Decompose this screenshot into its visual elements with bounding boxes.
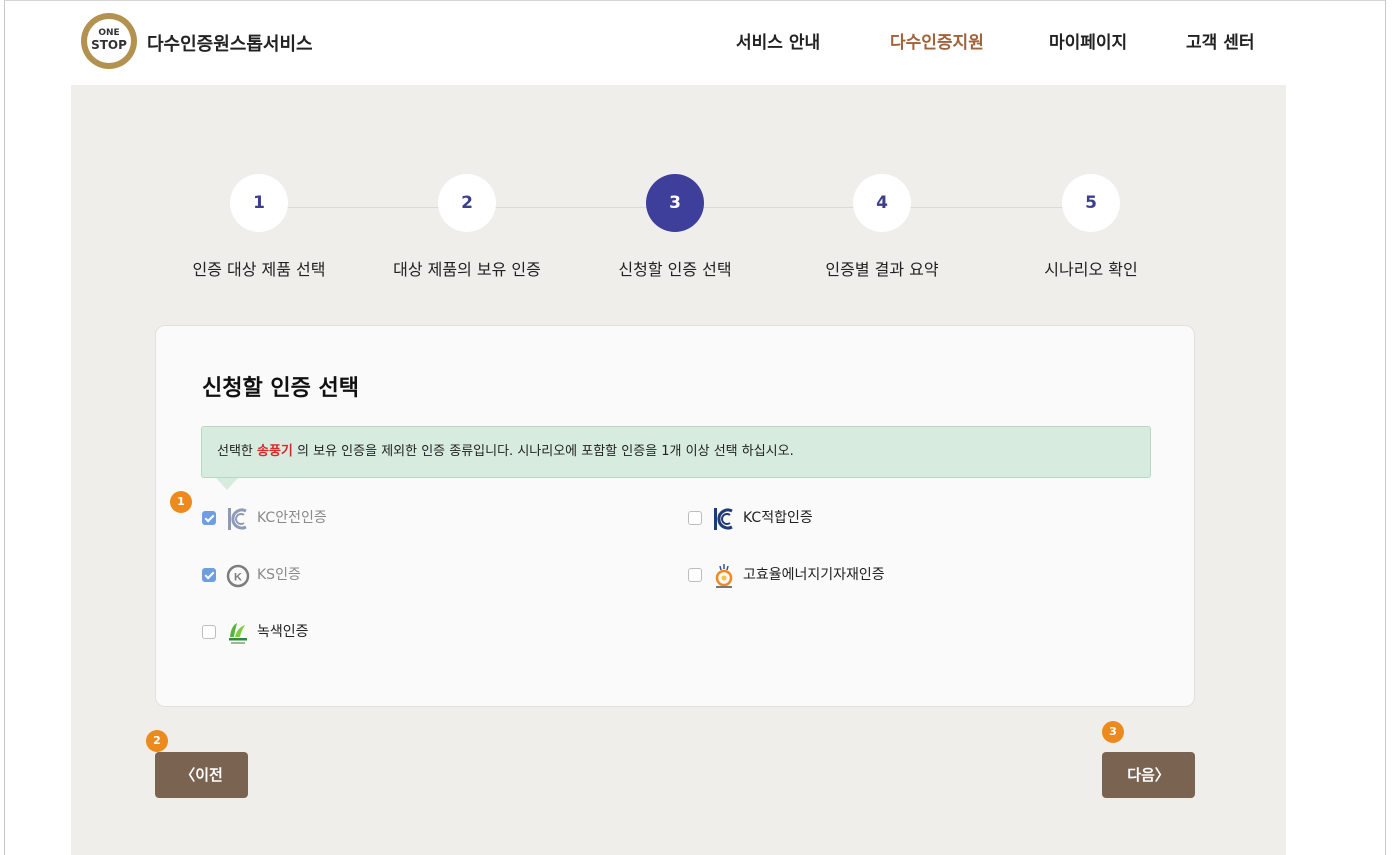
annotation-marker-2: 2 <box>146 730 168 752</box>
step-1-circle: 1 <box>230 174 288 232</box>
notice-product-name: 송풍기 <box>257 444 293 459</box>
nav-customer-center[interactable]: 고객 센터 <box>1186 31 1254 55</box>
certification-select-card: 신청할 인증 선택 선택한 송풍기 의 보유 인증을 제외한 인증 종류입니다.… <box>155 325 1195 707</box>
chevron-right-icon: 〉 <box>1154 766 1170 784</box>
option-kc-safety[interactable]: KC안전인증 <box>202 506 402 532</box>
annotation-marker-1: 1 <box>170 491 192 513</box>
logo-inner: ONE STOP <box>87 19 131 63</box>
chevron-left-icon: 〈 <box>180 766 196 784</box>
step-2-circle: 2 <box>438 174 496 232</box>
green-checkbox[interactable] <box>202 625 216 639</box>
step-4-label: 인증별 결과 요약 <box>825 260 939 279</box>
step-4-circle: 4 <box>853 174 911 232</box>
previous-button-label: 이전 <box>195 766 223 784</box>
high-efficiency-checkbox[interactable] <box>688 568 702 582</box>
option-ks[interactable]: K KS인증 <box>202 563 402 589</box>
green-certification-mark-icon <box>229 623 247 644</box>
nav-multi-certification[interactable]: 다수인증지원 <box>890 31 984 55</box>
step-5-label: 시나리오 확인 <box>1044 260 1138 279</box>
ks-label: KS인증 <box>257 567 301 583</box>
previous-button[interactable]: 〈이전 <box>155 752 248 798</box>
card-title: 신청할 인증 선택 <box>202 376 359 401</box>
notice-message: 의 보유 인증을 제외한 인증 종류입니다. 시나리오에 포함할 인증을 1개 … <box>292 444 794 459</box>
step-5-circle: 5 <box>1062 174 1120 232</box>
kc-safety-checkbox[interactable] <box>202 511 216 525</box>
site-title[interactable]: 다수인증원스톱서비스 <box>147 33 313 57</box>
green-label: 녹색인증 <box>257 624 309 640</box>
option-high-efficiency-energy[interactable]: 고효율에너지기자재인증 <box>688 563 948 589</box>
option-kc-conformity[interactable]: KC적합인증 <box>688 506 888 532</box>
window-frame-left <box>4 0 5 855</box>
one-stop-logo-icon[interactable]: ONE STOP <box>81 13 137 69</box>
step-1-label: 인증 대상 제품 선택 <box>192 260 326 279</box>
logo-line-one: ONE <box>98 28 120 38</box>
notice-banner: 선택한 송풍기 의 보유 인증을 제외한 인증 종류입니다. 시나리오에 포함할… <box>201 426 1151 478</box>
ks-checkbox[interactable] <box>202 568 216 582</box>
site-header: ONE STOP 다수인증원스톱서비스 서비스 안내 다수인증지원 마이페이지 … <box>71 1 1286 85</box>
kc-conformity-label: KC적합인증 <box>743 510 813 526</box>
next-button-label: 다음 <box>1127 766 1155 784</box>
notice-prefix: 선택한 <box>217 444 258 459</box>
option-green[interactable]: 녹색인증 <box>202 620 402 646</box>
logo-line-stop: STOP <box>91 38 127 52</box>
nav-service-guide[interactable]: 서비스 안내 <box>736 31 820 55</box>
window-frame-right <box>1385 0 1386 855</box>
kc-safety-label: KC안전인증 <box>257 510 327 526</box>
page-container: ONE STOP 다수인증원스톱서비스 서비스 안내 다수인증지원 마이페이지 … <box>71 1 1286 855</box>
high-efficiency-label: 고효율에너지기자재인증 <box>743 567 885 583</box>
kc-mark-icon <box>714 508 733 530</box>
step-3-circle-active: 3 <box>646 174 704 232</box>
nav-mypage[interactable]: 마이페이지 <box>1049 31 1127 55</box>
high-efficiency-energy-mark-icon <box>715 564 733 588</box>
svg-text:K: K <box>234 572 242 584</box>
step-3-label: 신청할 인증 선택 <box>618 260 732 279</box>
step-2-label: 대상 제품의 보유 인증 <box>393 260 541 279</box>
kc-mark-icon <box>228 508 247 530</box>
next-button[interactable]: 다음〉 <box>1102 752 1195 798</box>
kc-conformity-checkbox[interactable] <box>688 511 702 525</box>
ks-mark-icon: K <box>226 564 250 588</box>
annotation-marker-3: 3 <box>1102 721 1124 743</box>
notice-pointer <box>216 478 238 490</box>
